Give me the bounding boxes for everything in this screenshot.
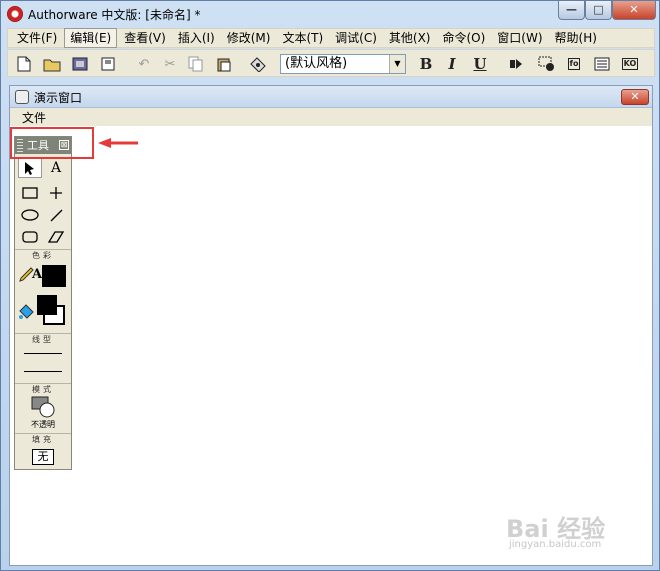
knowledge-objects-icon[interactable]: KO (620, 54, 640, 74)
app-window: Authorware 中文版: [未命名] * — □ ✕ 文件(F) 编辑(E… (0, 0, 660, 571)
functions-icon[interactable]: fo (564, 54, 584, 74)
line-color-swatch[interactable] (42, 265, 66, 287)
menu-debug[interactable]: 调试(C) (330, 29, 382, 47)
menu-help[interactable]: 帮助(H) (550, 29, 602, 47)
line-style-section-label: 线型 (15, 333, 71, 345)
mode-value: 不透明 (31, 420, 55, 429)
polygon-icon (48, 231, 64, 243)
fill-section-label: 填充 (15, 433, 71, 445)
bold-button[interactable]: B (416, 54, 436, 74)
minimize-button[interactable]: — (558, 1, 585, 20)
pointer-tool[interactable] (18, 158, 42, 178)
menu-other[interactable]: 其他(X) (384, 29, 436, 47)
window-title: Authorware 中文版: [未命名] * (28, 8, 201, 22)
menu-bar: 文件(F) 编辑(E) 查看(V) 插入(I) 修改(M) 文本(T) 调试(C… (7, 28, 655, 48)
line-style-arrow[interactable] (24, 371, 62, 372)
paint-bucket-icon[interactable] (17, 303, 35, 324)
import-icon[interactable] (70, 54, 90, 74)
toolbar: ↶ ✂ (默认风格) ▼ B I U fo KO (7, 49, 655, 77)
paste-icon[interactable] (214, 54, 234, 74)
text-style-value: (默认风格) (285, 56, 348, 71)
crosshair-icon (50, 187, 62, 199)
open-folder-icon[interactable] (42, 54, 62, 74)
menu-file[interactable]: 文件(F) (12, 29, 62, 47)
underline-button[interactable]: U (470, 54, 490, 74)
italic-button[interactable]: I (442, 54, 462, 74)
copy-icon[interactable] (186, 54, 206, 74)
color-section-label: 色彩 (15, 249, 71, 261)
save-icon[interactable] (98, 54, 118, 74)
knowledge-objects-label: KO (621, 58, 639, 70)
presentation-window-title: 演示窗口 (34, 91, 83, 105)
straight-line-tool[interactable] (44, 183, 68, 203)
rounded-rectangle-tool[interactable] (18, 227, 42, 247)
opaque-mode-icon[interactable] (31, 396, 57, 421)
mode-section-label: 模式 (15, 383, 71, 395)
annotation-highlight-box (10, 127, 94, 159)
chevron-down-icon[interactable]: ▼ (389, 55, 405, 73)
text-color-letter: A (32, 267, 43, 282)
presentation-close-button[interactable]: ✕ (621, 89, 649, 105)
line-style-thin[interactable] (24, 353, 62, 354)
diagonal-line-tool[interactable] (44, 205, 68, 225)
tool-palette[interactable]: 工具 ⊠ A 色彩 A 线型 模式 不透明 填充 无 (14, 136, 72, 470)
pointer-arrow-icon (25, 162, 34, 175)
rounded-rectangle-icon (22, 231, 38, 243)
control-panel-icon[interactable] (536, 54, 556, 74)
variables-icon[interactable] (592, 54, 612, 74)
functions-label: fo (567, 58, 581, 70)
fill-none-button[interactable]: 无 (32, 449, 54, 465)
foreground-color-swatch[interactable] (37, 295, 57, 315)
text-tool[interactable]: A (44, 158, 68, 178)
find-icon[interactable] (248, 54, 268, 74)
watermark-url: jingyan.baidu.com (509, 539, 602, 550)
run-icon[interactable] (506, 54, 526, 74)
presentation-window-titlebar: 演示窗口 ✕ (10, 86, 652, 108)
polygon-tool[interactable] (44, 227, 68, 247)
oval-tool[interactable] (18, 205, 42, 225)
new-file-icon[interactable] (14, 54, 34, 74)
presentation-window: 演示窗口 ✕ 文件 工具 ⊠ A 色彩 A 线型 模式 不透明 填充 无 (9, 85, 653, 566)
menu-modify[interactable]: 修改(M) (222, 29, 276, 47)
cut-icon[interactable]: ✂ (160, 54, 180, 74)
rectangle-icon (22, 187, 38, 199)
maximize-button[interactable]: □ (585, 1, 612, 20)
oval-icon (21, 209, 39, 221)
annotation-arrow-icon (98, 138, 138, 148)
menu-command[interactable]: 命令(O) (437, 29, 490, 47)
menu-insert[interactable]: 插入(I) (173, 29, 220, 47)
presentation-menu-bar: 文件 (10, 108, 652, 126)
menu-view[interactable]: 查看(V) (119, 29, 171, 47)
diagonal-line-icon (50, 209, 63, 222)
presentation-window-icon (15, 90, 29, 104)
menu-window[interactable]: 窗口(W) (492, 29, 547, 47)
close-button[interactable]: ✕ (612, 1, 656, 20)
title-bar: Authorware 中文版: [未命名] * — □ ✕ (1, 1, 659, 27)
rectangle-tool[interactable] (18, 183, 42, 203)
presentation-menu-file[interactable]: 文件 (22, 109, 46, 126)
text-style-select[interactable]: (默认风格) ▼ (280, 54, 406, 74)
authorware-logo-icon (7, 6, 23, 22)
undo-icon[interactable]: ↶ (134, 54, 154, 74)
menu-edit[interactable]: 编辑(E) (64, 28, 118, 48)
menu-text[interactable]: 文本(T) (277, 29, 328, 47)
